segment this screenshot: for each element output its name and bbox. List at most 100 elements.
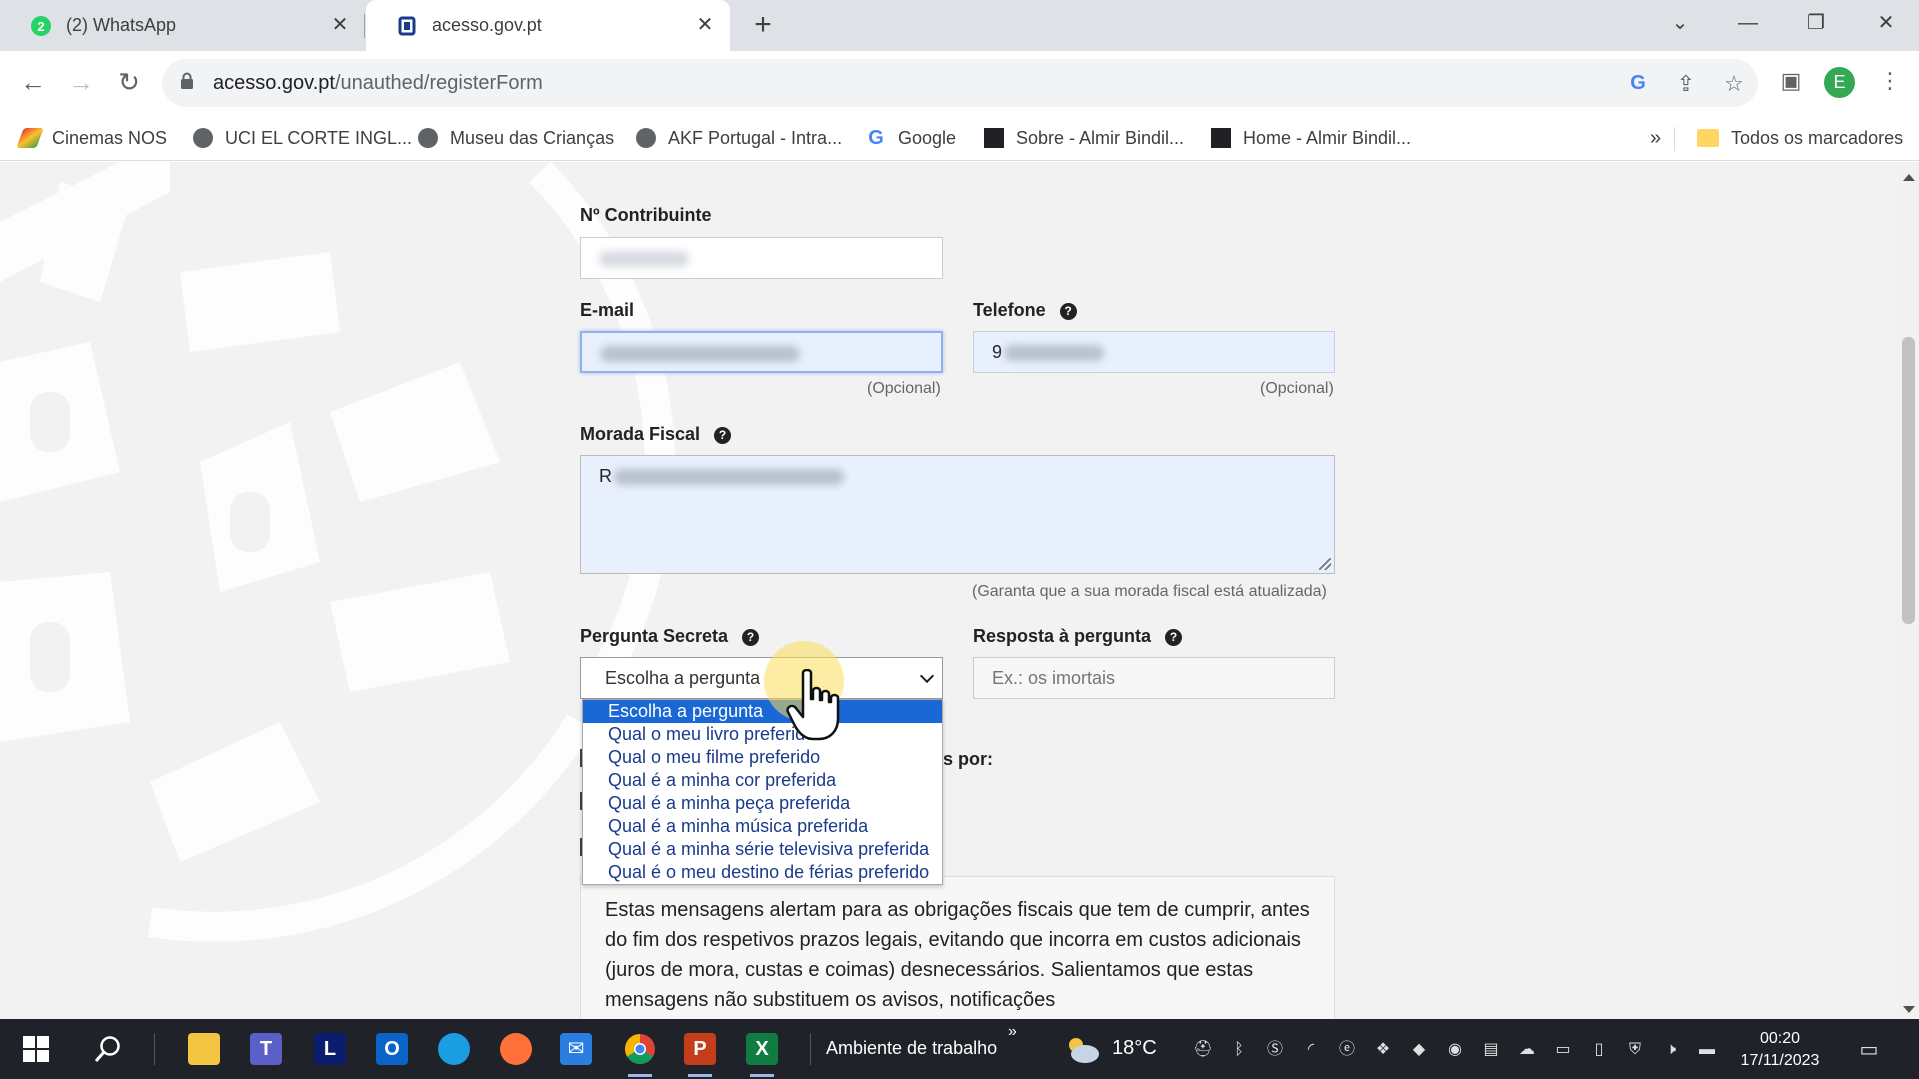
dropdown-option[interactable]: Qual é a minha peça preferida: [583, 792, 942, 815]
answer-input[interactable]: [973, 657, 1335, 699]
toolbar-chevron-icon[interactable]: »: [1008, 1023, 1017, 1041]
tab-acesso-gov[interactable]: acesso.gov.pt ✕: [366, 0, 730, 51]
dropdown-option[interactable]: Escolha a pergunta: [583, 700, 942, 723]
tab-title: acesso.gov.pt: [432, 15, 542, 35]
bookmark-akf[interactable]: AKF Portugal - Intra...: [636, 124, 842, 152]
bookmark-star-icon[interactable]: ☆: [1721, 71, 1747, 97]
bookmarks-bar: Cinemas NOS UCI EL CORTE INGL... Museu d…: [0, 115, 1919, 161]
bookmark-uci[interactable]: UCI EL CORTE INGL...: [193, 124, 412, 152]
battery-icon[interactable]: ▬: [1696, 1039, 1718, 1061]
skype-icon[interactable]: Ⓢ: [1264, 1039, 1286, 1061]
weather-cloud-icon[interactable]: [1062, 1029, 1102, 1069]
orange-app-icon[interactable]: ▤: [1480, 1039, 1502, 1061]
page-scrollbar[interactable]: [1898, 162, 1919, 1019]
dropbox-icon[interactable]: ❖: [1372, 1039, 1394, 1061]
windows-start-icon[interactable]: [16, 1029, 56, 1069]
bookmark-home-almir[interactable]: Home - Almir Bindil...: [1211, 124, 1411, 152]
close-window-icon[interactable]: ✕: [1866, 8, 1906, 38]
nos-icon: [16, 128, 44, 148]
volume-muted-icon[interactable]: 🕨: [1660, 1039, 1682, 1061]
globe-icon: [193, 128, 213, 148]
search-icon[interactable]: [88, 1029, 128, 1069]
restore-icon[interactable]: ❐: [1796, 8, 1836, 38]
dropdown-option[interactable]: Qual o meu filme preferido: [583, 746, 942, 769]
dropdown-option[interactable]: Qual é a minha música preferida: [583, 815, 942, 838]
url-text: acesso.gov.pt/unauthed/registerForm: [213, 72, 543, 94]
excel-icon[interactable]: X: [742, 1029, 782, 1077]
nif-label: Nº Contribuinte: [580, 205, 712, 225]
notifications-icon[interactable]: ▭: [1858, 1039, 1880, 1061]
outlook-icon[interactable]: O: [372, 1029, 412, 1069]
teams-icon[interactable]: T: [246, 1029, 286, 1069]
address-hint: (Garanta que a sua morada fiscal está at…: [972, 583, 1327, 600]
bookmark-museu[interactable]: Museu das Crianças: [418, 124, 614, 152]
back-icon[interactable]: ←: [14, 63, 52, 101]
scrollbar-thumb[interactable]: [1902, 337, 1915, 624]
bookmark-cinemas-nos[interactable]: Cinemas NOS: [16, 124, 167, 152]
weather-temperature[interactable]: 18°C: [1112, 1037, 1157, 1060]
resize-grip-icon[interactable]: [1319, 558, 1331, 570]
edge-tray-icon[interactable]: ⓔ: [1336, 1039, 1358, 1061]
close-tab-icon[interactable]: ✕: [694, 14, 716, 36]
all-bookmarks-folder[interactable]: Todos os marcadores: [1697, 124, 1903, 152]
reload-icon[interactable]: ↻: [110, 63, 148, 101]
dropdown-option[interactable]: Qual é a minha série televisiva preferid…: [583, 838, 942, 861]
menu-kebab-icon[interactable]: ⋮: [1875, 66, 1905, 96]
l-app-icon[interactable]: L: [310, 1029, 350, 1069]
onedrive-icon[interactable]: ☁: [1516, 1039, 1538, 1061]
secret-question-select[interactable]: Escolha a pergunta: [580, 657, 943, 699]
dropdown-option[interactable]: Qual é o meu destino de férias preferido: [583, 861, 942, 884]
new-tab-button[interactable]: +: [748, 10, 778, 40]
share-icon[interactable]: ⇪: [1673, 71, 1699, 97]
minimize-icon[interactable]: —: [1728, 8, 1768, 38]
help-icon[interactable]: ?: [742, 629, 760, 646]
side-panel-icon[interactable]: ▣: [1776, 66, 1806, 96]
bookmarks-overflow-button[interactable]: »: [1650, 124, 1661, 152]
camera-icon[interactable]: ◉: [1444, 1039, 1466, 1061]
address-bar[interactable]: acesso.gov.pt/unauthed/registerForm G ⇪ …: [162, 59, 1758, 107]
email-optional-hint: (Opcional): [867, 380, 941, 397]
google-lens-icon[interactable]: G: [1625, 71, 1651, 97]
help-icon[interactable]: ?: [714, 427, 732, 444]
edge-icon[interactable]: [434, 1029, 474, 1069]
dropdown-option[interactable]: Qual é a minha cor preferida: [583, 769, 942, 792]
display-icon[interactable]: ▭: [1552, 1039, 1574, 1061]
secret-question-label: Pergunta Secreta?: [580, 626, 760, 647]
firefox-icon[interactable]: [496, 1029, 536, 1069]
scroll-up-icon[interactable]: [1903, 174, 1915, 181]
dropdown-option[interactable]: Qual o meu livro preferido: [583, 723, 942, 746]
address-textarea[interactable]: R: [580, 455, 1335, 574]
help-icon[interactable]: ?: [1165, 629, 1183, 646]
file-explorer-icon[interactable]: [184, 1029, 224, 1069]
svg-text:2: 2: [37, 19, 44, 34]
wifi-icon[interactable]: ◜: [1300, 1039, 1322, 1061]
profile-avatar[interactable]: E: [1824, 67, 1855, 98]
scroll-down-icon[interactable]: [1903, 1006, 1915, 1013]
nif-field[interactable]: [580, 237, 943, 279]
lock-icon: [180, 72, 194, 90]
phone-field[interactable]: 9: [973, 331, 1335, 373]
security-shield-icon[interactable]: ⛨: [1624, 1039, 1646, 1061]
usb-icon[interactable]: ▯: [1588, 1039, 1610, 1061]
tray-app-icon[interactable]: ⛑: [1192, 1039, 1214, 1061]
bookmark-google[interactable]: G Google: [866, 124, 956, 152]
clock[interactable]: 00:20 17/11/2023: [1736, 1028, 1824, 1072]
close-tab-icon[interactable]: ✕: [329, 14, 351, 36]
bookmark-sobre-almir[interactable]: Sobre - Almir Bindil...: [984, 124, 1184, 152]
tab-whatsapp[interactable]: 2 (2) WhatsApp ✕: [0, 0, 365, 51]
help-icon[interactable]: ?: [1059, 303, 1077, 320]
chevron-down-icon: [919, 668, 935, 684]
globe-icon: [636, 128, 656, 148]
gov-pt-icon: [396, 15, 418, 37]
email-field[interactable]: [580, 331, 943, 373]
tab-search-chevron-icon[interactable]: ⌄: [1660, 8, 1700, 38]
anydesk-icon[interactable]: ◆: [1408, 1039, 1430, 1061]
forward-icon[interactable]: →: [62, 63, 100, 101]
google-icon: G: [868, 127, 884, 149]
bluetooth-icon[interactable]: ᛒ: [1228, 1039, 1250, 1061]
taskbar-divider: [810, 1033, 811, 1065]
chrome-icon[interactable]: [620, 1029, 660, 1077]
powerpoint-icon[interactable]: P: [680, 1029, 720, 1077]
desktop-toolbar-label[interactable]: Ambiente de trabalho: [826, 1038, 997, 1059]
mail-icon[interactable]: ✉: [556, 1029, 596, 1069]
